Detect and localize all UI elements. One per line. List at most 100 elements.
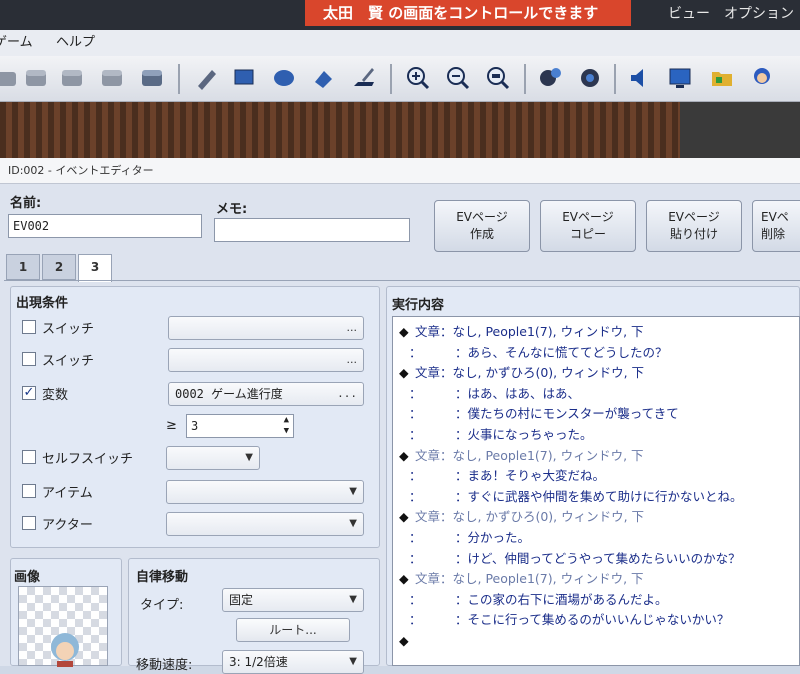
command-line[interactable]: ： ：まあ！そりゃ大変だね。 (393, 465, 799, 486)
shadow-pen-icon[interactable] (350, 64, 378, 92)
message-text: ：この家の右下に酒場があるんだよ。 (455, 591, 668, 607)
continuation-marker: ： (409, 530, 422, 545)
monitor-icon[interactable] (666, 64, 694, 92)
command-line[interactable]: ◆ 文章：なし, People1(7), ウィンドウ, 下 (393, 568, 799, 589)
switch2-select[interactable]: ... (168, 348, 364, 372)
variable-value: 0002 ゲーム進行度 (175, 387, 283, 401)
speed-label: 移動速度: (136, 658, 193, 673)
switch2-checkbox[interactable] (22, 352, 36, 366)
memo-field[interactable] (214, 218, 410, 242)
route-button[interactable]: ルート... (236, 618, 350, 642)
ev-page-create-button[interactable]: EVページ 作成 (434, 200, 530, 252)
command-line[interactable]: ◆ 文章：なし, People1(7), ウィンドウ, 下 (393, 321, 799, 342)
spinner-arrows-icon[interactable]: ▲ ▼ (284, 415, 289, 437)
command-line[interactable]: ： ：あら、そんなに慌ててどうしたの？ (393, 342, 799, 363)
ev-page-paste-button[interactable]: EVページ 貼り付け (646, 200, 742, 252)
sound-icon[interactable] (626, 64, 654, 92)
command-text: 文章：なし, かずひろ(0), ウィンドウ, 下 (415, 509, 645, 525)
ev-page-delete-button[interactable]: EVペ 削除 (752, 200, 800, 252)
message-text: ：けど、仲間ってどうやって集めたらいいのかな？ (455, 550, 741, 566)
pencil-icon[interactable] (192, 64, 220, 92)
item-label: アイテム (42, 486, 93, 501)
exec-title: 実行内容 (392, 298, 445, 313)
event-layer-icon[interactable] (138, 64, 166, 92)
command-text: 文章：なし, かずひろ(0), ウィンドウ, 下 (415, 365, 645, 381)
switch1-select[interactable]: ... (168, 316, 364, 340)
autonomous-title: 自律移動 (136, 570, 189, 585)
rectangle-icon[interactable] (230, 64, 258, 92)
command-line[interactable]: ◆ 文章：なし, People1(7), ウィンドウ, 下 (393, 445, 799, 466)
fill-icon[interactable] (310, 64, 338, 92)
folder-icon[interactable] (708, 64, 736, 92)
ev-page-copy-button[interactable]: EVページ コピー (540, 200, 636, 252)
conditions-title: 出現条件 (16, 296, 69, 311)
message-text: ：火事になっちゃった。 (455, 427, 593, 442)
command-line[interactable]: ： ：けど、仲間ってどうやって集めたらいいのかな？ (393, 548, 799, 569)
browse-dots-icon: ... (346, 353, 358, 366)
options-menu[interactable]: オプション (724, 6, 794, 22)
menu-game[interactable]: ゲーム (0, 30, 33, 56)
self-switch-checkbox[interactable] (22, 450, 36, 464)
layer-icon[interactable] (0, 64, 20, 92)
self-switch-select[interactable]: ▼ (166, 446, 260, 470)
command-line[interactable]: ◆ (393, 630, 799, 651)
command-line[interactable]: ： ：僕たちの村にモンスターが襲ってきて (393, 403, 799, 424)
movement-type-value: 固定 (229, 593, 254, 607)
item-checkbox[interactable] (22, 484, 36, 498)
database-icon[interactable] (536, 64, 564, 92)
item-select[interactable]: ▼ (166, 480, 364, 504)
tab-page-3[interactable]: 3 (78, 254, 112, 282)
dialog-title: ID:002 - イベントエディター (0, 158, 800, 184)
movement-type-select[interactable]: 固定 ▼ (222, 588, 364, 612)
layer-icon[interactable] (98, 64, 126, 92)
layer-icon[interactable] (22, 64, 50, 92)
variable-checkbox[interactable]: ✓ (22, 386, 36, 400)
dropdown-arrow-icon: ▼ (349, 656, 357, 667)
tab-page-2[interactable]: 2 (42, 254, 76, 280)
command-marker-icon: ◆ (399, 571, 409, 587)
layer-icon[interactable] (58, 64, 86, 92)
tab-page-1[interactable]: 1 (6, 254, 40, 280)
name-field[interactable]: EV002 (8, 214, 202, 238)
continuation-marker: ： (409, 468, 422, 484)
dropdown-arrow-icon: ▼ (349, 518, 357, 529)
variable-value-spinner[interactable]: 3 ▲ ▼ (186, 414, 294, 438)
plugin-icon[interactable] (576, 64, 604, 92)
message-text: ：分かった。 (455, 530, 531, 545)
message-text: ：そこに行って集めるのがいいんじゃないかい？ (455, 612, 730, 628)
checkmark-icon: ✓ (23, 385, 35, 400)
command-line[interactable]: ： ：火事になっちゃった。 (393, 424, 799, 445)
speed-select[interactable]: 3: 1/2倍速 ▼ (222, 650, 364, 674)
switch1-checkbox[interactable] (22, 320, 36, 334)
event-command-list[interactable]: ◆ 文章：なし, People1(7), ウィンドウ, 下 ： ：あら、そんなに慌てて… (392, 316, 800, 666)
zoom-actual-icon[interactable] (484, 64, 512, 92)
graphic-preview[interactable] (18, 586, 108, 667)
continuation-marker: ： (409, 550, 422, 566)
zoom-out-icon[interactable] (444, 64, 472, 92)
command-line[interactable]: ： ：すぐに武器や仲間を集めて助けに行かないとね。 (393, 486, 799, 507)
command-line[interactable]: ： ：分かった。 (393, 527, 799, 548)
message-text: ：僕たちの村にモンスターが襲ってきて (455, 406, 679, 422)
continuation-marker: ： (409, 406, 422, 422)
command-line[interactable]: ： ：はあ、はあ、はあ、 (393, 383, 799, 404)
variable-select[interactable]: 0002 ゲーム進行度... (168, 382, 364, 406)
command-line[interactable]: ： ：そこに行って集めるのがいいんじゃないかい？ (393, 609, 799, 630)
spinner-value: 3 (191, 419, 199, 433)
command-line[interactable]: ◆ 文章：なし, かずひろ(0), ウィンドウ, 下 (393, 362, 799, 383)
dropdown-arrow-icon: ▼ (245, 452, 253, 463)
actor-checkbox[interactable] (22, 516, 36, 530)
ge-symbol: ≥ (166, 418, 177, 433)
character-icon[interactable] (748, 64, 776, 92)
switch2-label: スイッチ (42, 354, 95, 369)
actor-select[interactable]: ▼ (166, 512, 364, 536)
command-line[interactable]: ： ：この家の右下に酒場があるんだよ。 (393, 589, 799, 610)
continuation-marker: ： (409, 612, 422, 628)
ellipse-icon[interactable] (270, 64, 298, 92)
view-menu[interactable]: ビュー (668, 6, 710, 22)
zoom-in-icon[interactable] (404, 64, 432, 92)
command-text: 文章：なし, People1(7), ウィンドウ, 下 (415, 571, 644, 587)
tab-divider (4, 280, 800, 281)
message-text: ：はあ、はあ、はあ、 (455, 385, 581, 401)
command-line[interactable]: ◆ 文章：なし, かずひろ(0), ウィンドウ, 下 (393, 506, 799, 527)
menu-help[interactable]: ヘルプ (56, 30, 95, 56)
